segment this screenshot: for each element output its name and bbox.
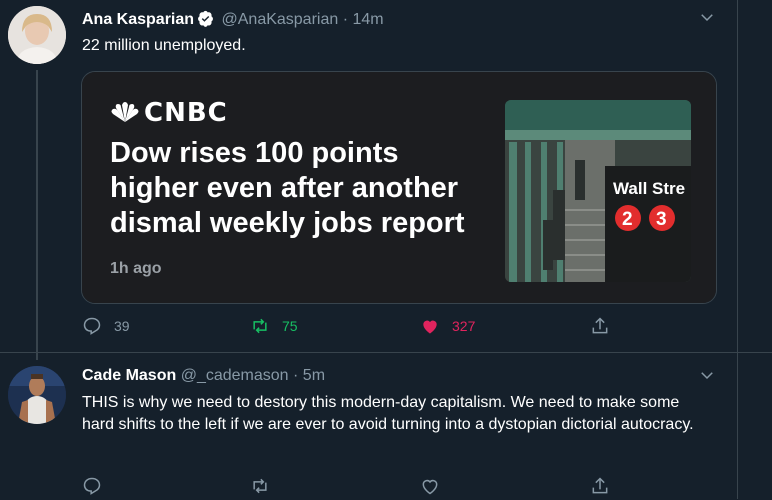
link-card[interactable]: CNBC Dow rises 100 points higher even af… <box>81 71 717 304</box>
retweet-icon <box>253 318 267 334</box>
tweet-actions: 39 75 327 <box>82 316 622 340</box>
chevron-down-icon[interactable] <box>698 366 716 384</box>
share-button[interactable] <box>590 476 622 496</box>
card-headline: Dow rises 100 points higher even after a… <box>110 137 465 239</box>
card-timestamp: 1h ago <box>110 260 162 277</box>
train-2-badge: 2 <box>622 209 633 230</box>
tweet-text: THIS is why we need to destory this mode… <box>82 394 694 433</box>
cnbc-wordmark: CNBC <box>144 98 228 128</box>
peacock-icon <box>111 102 139 122</box>
tweet-actions <box>82 476 622 500</box>
like-button[interactable]: 327 <box>420 316 475 336</box>
heart-icon <box>422 479 438 495</box>
avatar[interactable] <box>8 366 66 424</box>
card-thumbnail: Wall Stre 2 3 <box>505 100 691 282</box>
chevron-down-icon[interactable] <box>698 8 716 26</box>
retweet-icon <box>253 478 267 494</box>
train-3-badge: 3 <box>656 209 667 230</box>
handle[interactable]: @_cademason <box>181 367 289 384</box>
verified-icon <box>197 10 214 27</box>
reply-count: 39 <box>114 318 130 334</box>
share-icon <box>592 317 608 334</box>
avatar-image <box>8 366 66 424</box>
tweet[interactable]: Cade Mason @_cademason · 5m THIS is why … <box>0 352 772 499</box>
tweet[interactable]: Ana Kasparian @AnaKasparian · 14m 22 mil… <box>0 0 772 360</box>
wall-street-sign: Wall Stre <box>613 179 685 198</box>
avatar-image <box>8 6 66 64</box>
retweet-button[interactable]: 75 <box>250 316 298 336</box>
reply-button[interactable] <box>82 476 114 496</box>
card-body: CNBC Dow rises 100 points higher even af… <box>82 72 716 303</box>
retweet-count: 75 <box>282 318 298 334</box>
tweet-header: Ana Kasparian @AnaKasparian · 14m <box>82 10 384 29</box>
tweet-header: Cade Mason @_cademason · 5m <box>82 367 325 385</box>
avatar[interactable] <box>8 6 66 64</box>
retweet-button[interactable] <box>250 476 282 496</box>
like-count: 327 <box>452 318 476 334</box>
display-name[interactable]: Cade Mason <box>82 367 176 384</box>
reply-icon <box>83 317 101 335</box>
handle[interactable]: @AnaKasparian <box>222 11 339 28</box>
share-icon <box>592 477 608 494</box>
heart-icon <box>423 320 437 334</box>
display-name[interactable]: Ana Kasparian <box>82 11 194 28</box>
share-button[interactable] <box>590 316 622 336</box>
reply-icon <box>83 477 101 495</box>
timestamp[interactable]: · 14m <box>343 11 384 28</box>
thread-line <box>36 70 38 360</box>
cnbc-logo: CNBC <box>110 98 228 128</box>
timestamp[interactable]: · 5m <box>293 367 325 384</box>
like-button[interactable] <box>420 476 452 496</box>
tweet-text: 22 million unemployed. <box>82 37 246 54</box>
reply-button[interactable]: 39 <box>82 316 130 336</box>
